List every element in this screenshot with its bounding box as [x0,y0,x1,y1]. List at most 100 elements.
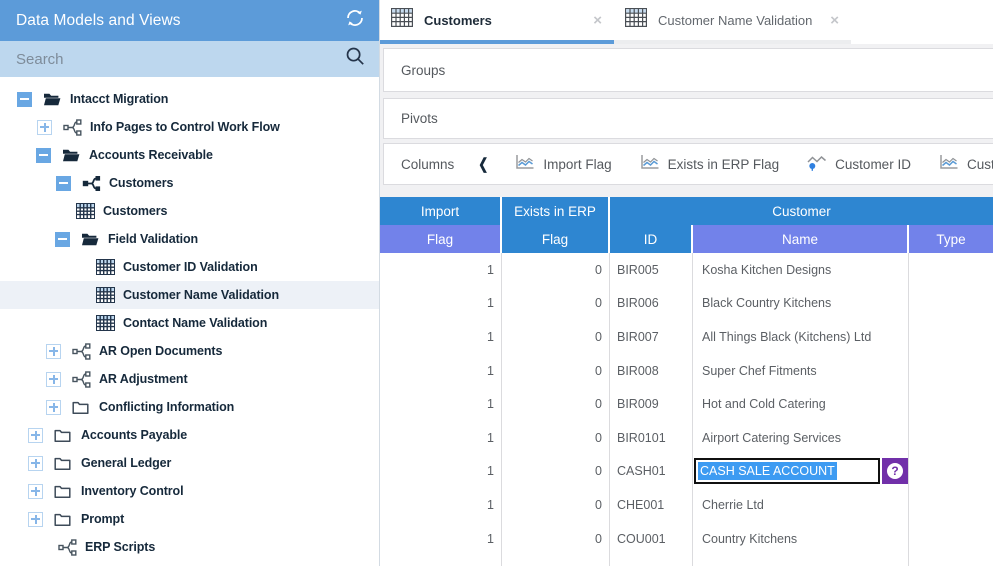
search-icon[interactable] [345,46,366,72]
tree-item-ar-open-documents[interactable]: AR Open Documents [0,337,379,365]
expand-toggle-icon[interactable] [46,344,61,359]
tree-item-accounts-receivable[interactable]: Accounts Receivable [0,141,379,169]
expand-toggle-icon[interactable] [28,428,43,443]
header-exists-in-erp[interactable]: Exists in ERP [502,197,610,225]
cell-import-flag[interactable]: 1 [380,455,502,489]
cell-exists-in-erp-flag[interactable]: 0 [502,387,610,421]
cell-customer-id[interactable]: BIR005 [610,253,693,287]
cell-customer-name[interactable]: Airport Catering Services [693,421,909,455]
cell-customer-id[interactable]: BIR009 [610,387,693,421]
header-customer-type[interactable]: Type [909,225,993,253]
cell-import-flag[interactable]: 1 [380,387,502,421]
header-customer-name[interactable]: Name [693,225,909,253]
search-input[interactable] [16,51,316,68]
collapse-toggle-icon[interactable] [56,176,71,191]
cell-customer-name[interactable]: Hot and Cold Catering [693,387,909,421]
cell-customer-type[interactable] [909,488,993,522]
tree-item-customer-id-validation[interactable]: Customer ID Validation [0,253,379,281]
close-tab-icon[interactable]: × [593,13,602,28]
cell-exists-in-erp-flag[interactable]: 0 [502,287,610,321]
cell-exists-in-erp-flag[interactable]: 0 [502,522,610,556]
tree-item-customers[interactable]: Customers [0,197,379,225]
name-edit-input[interactable]: CASH SALE ACCOUNT [694,458,880,484]
tree-item-erp-scripts[interactable]: ERP Scripts [0,533,379,561]
header-exists-in-erp-flag[interactable]: Flag [502,225,610,253]
cell-import-flag[interactable]: 1 [380,320,502,354]
tree-item-field-validation[interactable]: Field Validation [0,225,379,253]
cell-customer-type[interactable] [909,421,993,455]
cell-customer-id[interactable]: COU001 [610,522,693,556]
tree-item-inventory-control[interactable]: Inventory Control [0,477,379,505]
tree-item-prompt[interactable]: Prompt [0,505,379,533]
cell-customer-type[interactable] [909,320,993,354]
cell-import-flag[interactable]: 1 [380,287,502,321]
cell-exists-in-erp-flag[interactable]: 0 [502,488,610,522]
expand-toggle-icon[interactable] [28,456,43,471]
cell-customer-name[interactable]: Cherrie Ltd [693,488,909,522]
column-chip-customer-name[interactable]: Customer Name [938,154,993,174]
tab-customer-name-validation[interactable]: Customer Name Validation× [614,0,851,44]
close-tab-icon[interactable]: × [830,13,839,28]
cell-customer-name-editing[interactable]: CASH SALE ACCOUNT? [693,455,909,489]
tree-item-customers[interactable]: Customers [0,169,379,197]
column-chip-exists-in-erp-flag[interactable]: Exists in ERP Flag [639,154,780,174]
refresh-icon[interactable] [344,7,366,34]
collapse-columns-chevron-icon[interactable]: ❮ [478,155,488,173]
tree-item-ar-adjustment[interactable]: AR Adjustment [0,365,379,393]
cell-customer-id[interactable]: CASH01 [610,455,693,489]
tree-item-contact-name-validation[interactable]: Contact Name Validation [0,309,379,337]
expand-toggle-icon[interactable] [46,400,61,415]
search-bar[interactable] [0,41,379,77]
cell-exists-in-erp-flag[interactable]: 0 [502,320,610,354]
cell-customer-id[interactable]: CHE001 [610,488,693,522]
cell-help-button[interactable]: ? [882,458,908,484]
expand-toggle-icon[interactable] [37,120,52,135]
collapse-toggle-icon[interactable] [55,232,70,247]
tree-item-info-pages-to-control-work-flow[interactable]: Info Pages to Control Work Flow [0,113,379,141]
tree-item-customer-name-validation[interactable]: Customer Name Validation [0,281,379,309]
expand-toggle-icon[interactable] [28,512,43,527]
expand-toggle-icon[interactable] [28,484,43,499]
header-import-flag[interactable]: Flag [380,225,502,253]
cell-customer-name[interactable]: Super Chef Fitments [693,354,909,388]
header-import[interactable]: Import [380,197,502,225]
header-customer-id[interactable]: ID [610,225,693,253]
collapse-toggle-icon[interactable] [17,92,32,107]
cell-customer-id[interactable]: BIR008 [610,354,693,388]
cell-customer-type[interactable] [909,287,993,321]
column-chip-import-flag[interactable]: Import Flag [514,154,611,174]
node-icon [57,539,77,556]
tree-item-general-ledger[interactable]: General Ledger [0,449,379,477]
cell-import-flag[interactable]: 1 [380,488,502,522]
cell-customer-type[interactable] [909,354,993,388]
cell-import-flag[interactable]: 1 [380,253,502,287]
cell-import-flag[interactable]: 1 [380,354,502,388]
column-chip-customer-id[interactable]: Customer ID [806,154,911,174]
cell-customer-type[interactable] [909,522,993,556]
expand-toggle-icon[interactable] [46,372,61,387]
header-customer[interactable]: Customer [610,197,993,225]
cell-customer-id[interactable]: BIR0101 [610,421,693,455]
tab-customers[interactable]: Customers× [380,0,614,44]
cell-customer-id[interactable]: BIR006 [610,287,693,321]
cell-customer-type[interactable] [909,455,993,489]
tree-item-intacct-migration[interactable]: Intacct Migration [0,85,379,113]
cell-exists-in-erp-flag[interactable]: 0 [502,455,610,489]
cell-customer-name[interactable]: Country Kitchens [693,522,909,556]
tree-item-accounts-payable[interactable]: Accounts Payable [0,421,379,449]
cell-import-flag[interactable]: 1 [380,522,502,556]
cell-customer-name[interactable]: Black Country Kitchens [693,287,909,321]
cell-exists-in-erp-flag[interactable]: 0 [502,354,610,388]
cell-customer-type[interactable] [909,253,993,287]
cell-exists-in-erp-flag[interactable]: 0 [502,421,610,455]
cell-customer-type[interactable] [909,387,993,421]
cell-customer-id[interactable]: BIR007 [610,320,693,354]
collapse-toggle-icon[interactable] [36,148,51,163]
cell-customer-name[interactable]: Kosha Kitchen Designs [693,253,909,287]
tree-item-conflicting-information[interactable]: Conflicting Information [0,393,379,421]
cell-exists-in-erp-flag[interactable]: 0 [502,253,610,287]
groups-drop-zone[interactable]: Groups [383,48,993,92]
pivots-drop-zone[interactable]: Pivots [383,98,993,139]
cell-customer-name[interactable]: All Things Black (Kitchens) Ltd [693,320,909,354]
cell-import-flag[interactable]: 1 [380,421,502,455]
